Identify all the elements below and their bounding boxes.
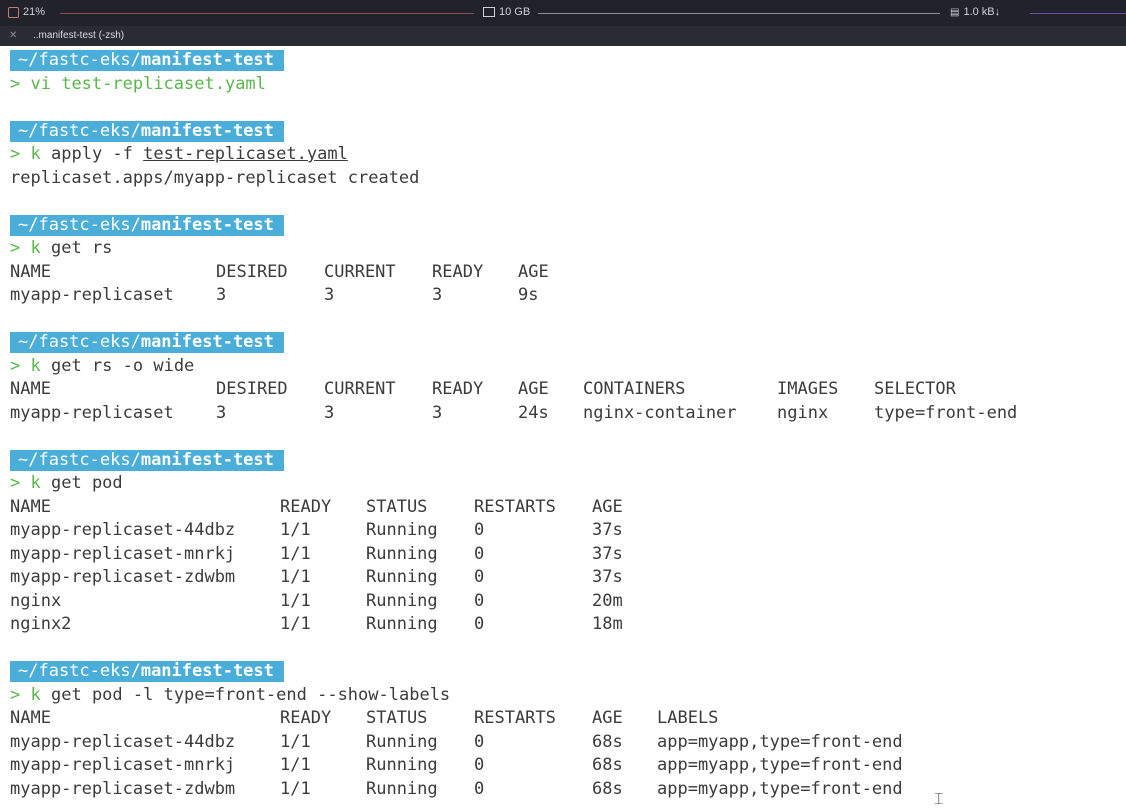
- table-row: myapp-replicaset-44dbz 1/1 Running 0 68s app=…: [10, 731, 903, 752]
- table-header: NAME READY STATUS RESTARTS AGE: [10, 496, 623, 517]
- text-cursor-icon: ⌶: [934, 789, 944, 808]
- prompt-line: ~/fastc-eks/manifest-test: [10, 331, 1120, 355]
- cpu-graph: [60, 13, 474, 14]
- memory-graph: [538, 13, 940, 14]
- command-line: > k get pod: [10, 473, 123, 493]
- prompt-badge: ~/fastc-eks/manifest-test: [10, 332, 284, 353]
- command-line: > k apply -f test-replicaset.yaml: [10, 144, 348, 164]
- command-line: > k get rs: [10, 238, 113, 258]
- tab-title[interactable]: ..manifest-test (-zsh): [33, 30, 124, 41]
- table-row: myapp-replicaset 3 3 3 24s nginx-container ngi…: [10, 402, 1018, 423]
- table-row: nginx2 1/1 Running 0 18m: [10, 614, 623, 634]
- prompt-badge: ~/fastc-eks/manifest-test: [10, 50, 284, 71]
- table-row: myapp-replicaset-zdwbm 1/1 Running 0 68s app=…: [10, 778, 903, 799]
- prompt-line: ~/fastc-eks/manifest-test: [10, 120, 1120, 144]
- terminal-tab-bar: ✕ ..manifest-test (-zsh): [0, 26, 1126, 46]
- table-row: nginx 1/1 Running 0 20m: [10, 590, 623, 611]
- table-row: myapp-replicaset-44dbz 1/1 Running 0 37s: [10, 520, 623, 540]
- cpu-icon: [8, 6, 19, 18]
- table-header: NAME READY STATUS RESTARTS AGE LABELS: [10, 708, 719, 728]
- table-row: myapp-replicaset-mnrkj 1/1 Running 0 68s app=…: [10, 755, 903, 775]
- network-value: 1.0 kB↓: [963, 6, 1001, 18]
- table-row: myapp-replicaset-zdwbm 1/1 Running 0 37s: [10, 567, 623, 587]
- memory-icon: [483, 7, 495, 17]
- network-indicator: ▤ 1.0 kB↓: [950, 6, 1000, 18]
- prompt-line: ~/fastc-eks/manifest-test: [10, 660, 1120, 684]
- table-row: myapp-replicaset-mnrkj 1/1 Running 0 37s: [10, 543, 623, 564]
- table-header: NAME DESIRED CURRENT READY AGE CONTAINERS IMAG…: [10, 379, 956, 399]
- status-bar: 21% 10 GB ▤ 1.0 kB↓: [0, 0, 1126, 26]
- cpu-indicator: 21%: [8, 6, 45, 18]
- prompt-badge: ~/fastc-eks/manifest-test: [10, 449, 284, 471]
- table-header: NAME DESIRED CURRENT READY AGE: [10, 261, 549, 282]
- network-icon: ▤: [950, 6, 960, 18]
- memory-indicator: 10 GB: [483, 6, 530, 18]
- prompt-line: ~/fastc-eks/manifest-test: [10, 49, 1120, 73]
- network-graph: [1030, 13, 1126, 14]
- command-line: > vi test-replicaset.yaml: [10, 73, 266, 94]
- command-line: > k get rs -o wide: [10, 355, 195, 376]
- command-line: > k get pod -l type=front-end --show-lab…: [10, 684, 451, 705]
- memory-value: 10 GB: [499, 6, 531, 18]
- prompt-line: ~/fastc-eks/manifest-test: [10, 449, 1120, 473]
- prompt-line: ~/fastc-eks/manifest-test: [10, 214, 1120, 238]
- prompt-badge: ~/fastc-eks/manifest-test: [10, 120, 284, 142]
- cpu-value: 21%: [23, 6, 46, 18]
- table-row: myapp-replicaset 3 3 3 9s: [10, 285, 539, 305]
- close-tab-icon[interactable]: ✕: [9, 30, 17, 41]
- terminal-output[interactable]: ~/fastc-eks/manifest-test > vi test-repl…: [10, 49, 1120, 801]
- prompt-badge: ~/fastc-eks/manifest-test: [10, 661, 284, 682]
- prompt-badge: ~/fastc-eks/manifest-test: [10, 214, 284, 236]
- output-line: replicaset.apps/myapp-replicaset created: [10, 167, 420, 188]
